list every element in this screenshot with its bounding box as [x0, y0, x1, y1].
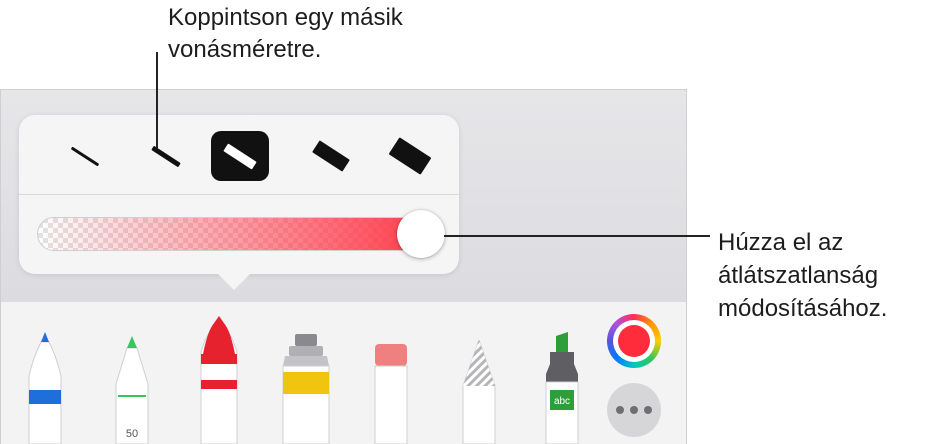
- more-button[interactable]: [607, 383, 661, 437]
- opacity-slider-thumb[interactable]: [397, 210, 445, 258]
- eraser-icon: [375, 344, 407, 366]
- opacity-callout: Húzza el az átlátszatlanság módosításáho…: [718, 226, 887, 325]
- stroke-size-callout-text: Koppintson egy másik vonásméretre.: [168, 4, 403, 63]
- pencil-tool[interactable]: 50: [114, 336, 150, 444]
- color-wheel-icon: [613, 320, 655, 362]
- more-icon: [616, 406, 624, 414]
- opacity-callout-line-2: átlátszatlanság: [718, 262, 879, 289]
- pencil-label: 50: [126, 428, 138, 440]
- lasso-tool[interactable]: [461, 340, 497, 444]
- current-color: [618, 325, 650, 357]
- stroke-size-3[interactable]: [211, 131, 269, 181]
- opacity-slider[interactable]: [37, 217, 437, 251]
- pen-band: [29, 390, 61, 404]
- marker-label: abc: [554, 396, 570, 407]
- lasso-icon: [463, 340, 495, 386]
- stroke-size-callout: Koppintson egy másik vonásméretre.: [168, 2, 403, 66]
- marker-tool[interactable]: abc: [544, 332, 580, 444]
- color-picker-button[interactable]: [607, 314, 661, 368]
- more-icon-dot: [630, 406, 638, 414]
- stroke-size-leader-line: [156, 52, 158, 148]
- opacity-leader-line: [444, 235, 710, 237]
- drawing-panel: 50 abc: [0, 89, 687, 444]
- marker-icon: [556, 332, 568, 352]
- opacity-callout-line-1: Húzza el az: [718, 229, 844, 256]
- stroke-size-2[interactable]: [137, 131, 195, 181]
- crayon-tool[interactable]: [199, 316, 239, 444]
- stroke-size-5[interactable]: [381, 131, 439, 181]
- popover-divider: [19, 194, 459, 195]
- stroke-opacity-popover: [19, 115, 459, 290]
- pencil-icon: [127, 336, 137, 348]
- paint-tool[interactable]: [281, 334, 331, 444]
- stroke-size-4[interactable]: [302, 131, 360, 181]
- pen-icon: [41, 332, 49, 342]
- opacity-callout-line-3: módosításához.: [718, 295, 888, 322]
- stroke-size-1[interactable]: [56, 131, 114, 181]
- more-icon-dot: [644, 406, 652, 414]
- drawing-toolbar: [1, 302, 686, 444]
- pen-tool[interactable]: [27, 332, 63, 444]
- popover-arrow: [217, 273, 251, 290]
- paint-tube-icon: [283, 372, 329, 394]
- eraser-tool[interactable]: [373, 344, 409, 444]
